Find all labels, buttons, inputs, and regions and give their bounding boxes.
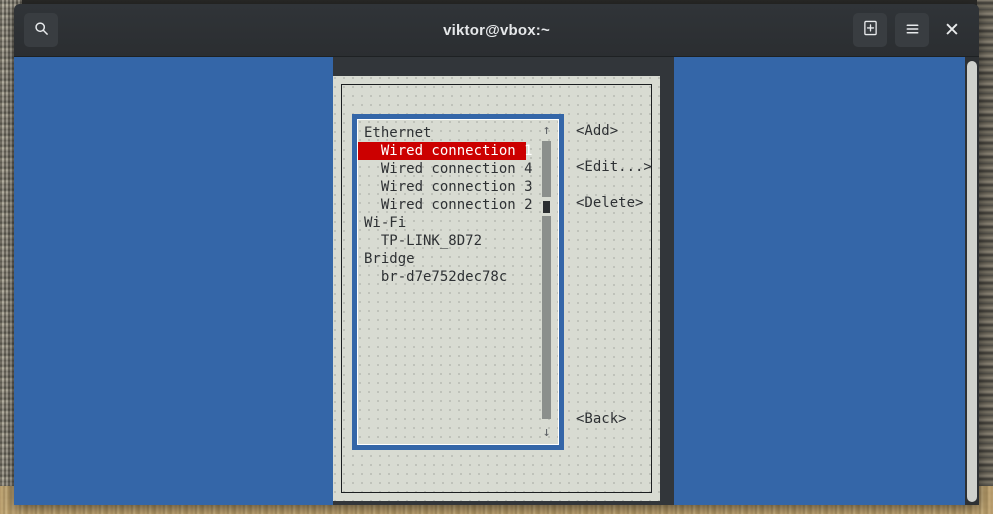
delete-button[interactable]: <Delete> bbox=[576, 195, 643, 211]
list-scrollbar[interactable]: ↑ ↓ bbox=[540, 123, 553, 441]
hamburger-menu-icon bbox=[905, 21, 920, 40]
list-item-wired-connection-2[interactable]: Wired connection 2 bbox=[358, 196, 558, 214]
list-item-group-bridge: Bridge bbox=[364, 251, 415, 267]
scrollbar-thumb-upper[interactable] bbox=[542, 141, 551, 197]
terminal-scrollbar-track[interactable] bbox=[965, 57, 979, 505]
dialog-shadow-right bbox=[660, 85, 673, 505]
list-item-wired-connection-3[interactable]: Wired connection 3 bbox=[358, 178, 558, 196]
scrollbar-thumb-lower[interactable] bbox=[542, 216, 551, 419]
search-button[interactable] bbox=[24, 13, 58, 47]
dialog-shadow-bottom bbox=[344, 501, 673, 505]
connection-list[interactable]: Ethernet Wired connection 1 Wired connec… bbox=[352, 114, 564, 450]
list-item-bridge-interface[interactable]: br-d7e752dec78c bbox=[358, 268, 558, 286]
close-button[interactable]: ✕ bbox=[937, 15, 967, 45]
edit-button[interactable]: <Edit...> bbox=[576, 159, 652, 175]
new-terminal-icon bbox=[863, 20, 878, 40]
terminal-content: Ethernet Wired connection 1 Wired connec… bbox=[14, 57, 979, 505]
nmtui-dialog: Ethernet Wired connection 1 Wired connec… bbox=[333, 76, 660, 501]
desktop-right-edge bbox=[977, 0, 993, 514]
search-icon bbox=[34, 21, 49, 40]
list-item-tp-link-8d72[interactable]: TP-LINK_8D72 bbox=[358, 232, 558, 250]
add-button[interactable]: <Add> bbox=[576, 123, 618, 139]
terminal-window: viktor@vbox:~ ✕ Ethernet Wired connectio… bbox=[14, 4, 979, 505]
titlebar-controls: ✕ bbox=[853, 4, 967, 56]
window-titlebar: viktor@vbox:~ ✕ bbox=[14, 4, 979, 57]
list-item-group-wifi: Wi-Fi bbox=[364, 215, 407, 231]
screen: viktor@vbox:~ ✕ Ethernet Wired connectio… bbox=[0, 0, 993, 514]
new-terminal-button[interactable] bbox=[853, 13, 887, 47]
window-title: viktor@vbox:~ bbox=[443, 21, 550, 39]
scrollbar-position-marker[interactable] bbox=[543, 201, 550, 213]
connection-list-inner: Ethernet Wired connection 1 Wired connec… bbox=[357, 119, 559, 445]
hamburger-menu-button[interactable] bbox=[895, 13, 929, 47]
list-item-group-ethernet: Ethernet bbox=[364, 125, 432, 141]
list-item-wired-connection-4[interactable]: Wired connection 4 bbox=[358, 160, 558, 178]
close-icon: ✕ bbox=[944, 19, 960, 41]
back-button[interactable]: <Back> bbox=[576, 411, 627, 427]
terminal-scrollbar-thumb[interactable] bbox=[967, 61, 977, 502]
scroll-down-arrow-icon[interactable]: ↓ bbox=[540, 425, 553, 441]
list-item-wired-connection-1[interactable]: Wired connection 1 bbox=[358, 142, 533, 160]
scroll-up-arrow-icon[interactable]: ↑ bbox=[540, 123, 553, 139]
